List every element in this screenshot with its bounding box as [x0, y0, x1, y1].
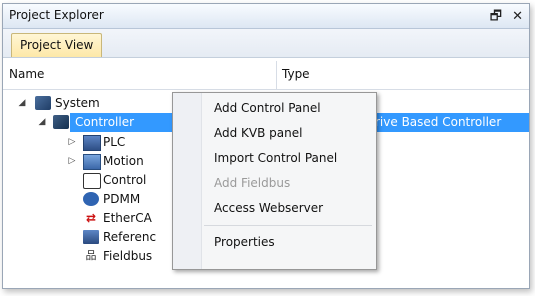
column-divider[interactable] [276, 61, 277, 89]
tab-project-view[interactable]: Project View [11, 33, 103, 57]
column-header-type[interactable]: Type [282, 67, 310, 81]
restore-icon[interactable]: 🗗 [490, 9, 502, 24]
expand-arrow-icon[interactable]: ▷ [67, 133, 77, 152]
menu-item-add-control-panel[interactable]: Add Control Panel [202, 96, 374, 120]
column-header-name[interactable]: Name [9, 67, 44, 81]
window-controls: 🗗 ✕ [484, 7, 523, 29]
window-title: Project Explorer [9, 8, 104, 22]
tree-item-label: Fieldbus [103, 249, 153, 263]
tree-item-label: Control [103, 173, 147, 187]
title-bar: Project Explorer 🗗 ✕ [3, 4, 529, 29]
tree-item-label: PLC [103, 135, 126, 149]
collapse-arrow-icon[interactable]: ◢ [37, 113, 47, 132]
control-panel-icon [83, 173, 101, 189]
menu-item-add-fieldbus: Add Fieldbus [214, 176, 291, 190]
menu-separator [204, 225, 372, 226]
motion-icon [83, 154, 101, 170]
menu-item-properties[interactable]: Properties [202, 230, 374, 254]
menu-item-access-webserver[interactable]: Access Webserver [202, 196, 374, 220]
collapse-arrow-icon[interactable]: ◢ [17, 94, 27, 113]
close-icon[interactable]: ✕ [512, 9, 523, 24]
controller-icon [53, 115, 69, 129]
tree-item-label: Controller [75, 115, 135, 129]
tree-item-type: rive Based Controller [375, 115, 502, 129]
ethercat-icon: ⇄ [85, 211, 97, 225]
tree-item-label: PDMM [103, 192, 141, 206]
column-headers: Name Type [3, 61, 529, 90]
menu-item-import-control-panel[interactable]: Import Control Panel [202, 146, 374, 170]
menu-icon-gutter [173, 93, 202, 269]
tree-item-label: Motion [103, 154, 144, 168]
pdmm-icon [83, 192, 99, 206]
tree-item-label: Referenc [103, 230, 157, 244]
tree-item-label: EtherCA [103, 211, 152, 225]
plc-icon [83, 135, 101, 151]
tab-strip: Project View [3, 29, 529, 58]
menu-item-add-kvb-panel[interactable]: Add KVB panel [202, 121, 374, 145]
fieldbus-icon: 品 [85, 249, 97, 262]
tree-item-label: System [55, 96, 100, 110]
expand-arrow-icon[interactable]: ▷ [67, 152, 77, 171]
context-menu: Add Control Panel Add KVB panel Import C… [172, 92, 377, 270]
system-icon [35, 96, 51, 110]
references-icon [83, 230, 99, 244]
